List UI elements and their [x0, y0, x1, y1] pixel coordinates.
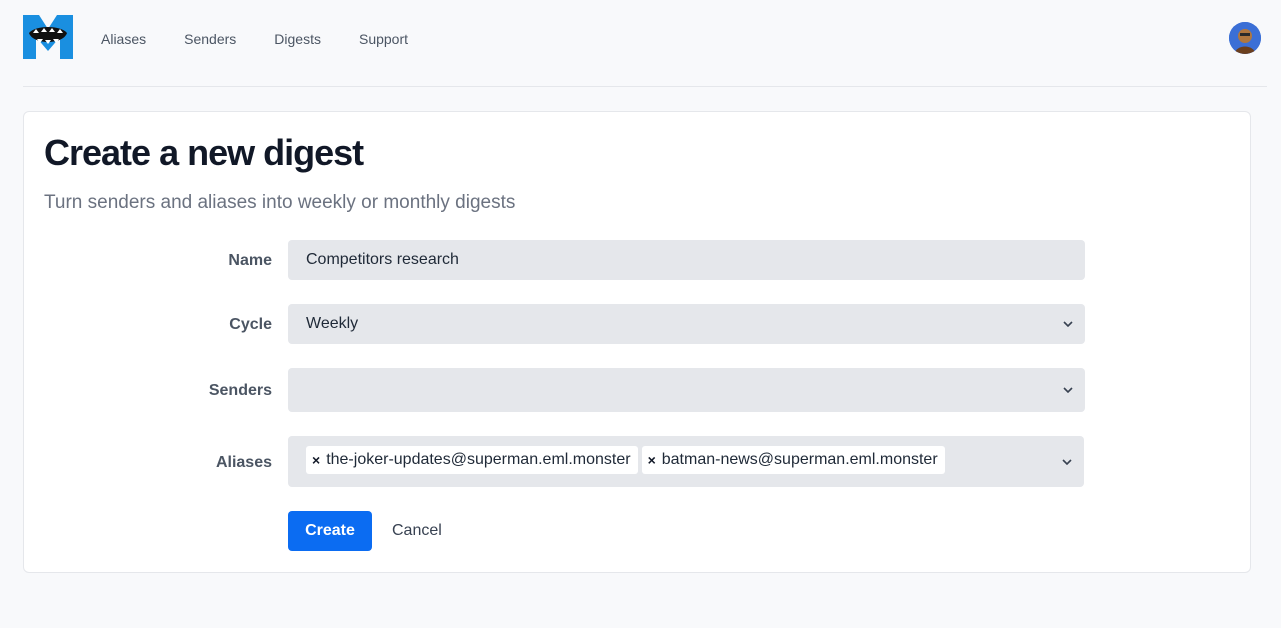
nav-digests[interactable]: Digests [274, 31, 321, 47]
monster-logo-icon[interactable] [23, 15, 73, 59]
remove-icon[interactable]: × [312, 452, 320, 468]
nav-support[interactable]: Support [359, 31, 408, 47]
header-divider [23, 86, 1267, 87]
create-button[interactable]: Create [288, 511, 372, 551]
alias-chip-label: batman-news@superman.eml.monster [661, 451, 938, 468]
alias-chip: × the-joker-updates@superman.eml.monster [306, 446, 638, 474]
cycle-label: Cycle [229, 316, 272, 333]
remove-icon[interactable]: × [648, 452, 656, 468]
main-nav: Aliases Senders Digests Support [101, 31, 446, 47]
chevron-down-icon [1063, 387, 1073, 393]
cancel-button[interactable]: Cancel [392, 521, 442, 541]
nav-aliases[interactable]: Aliases [101, 31, 146, 47]
user-avatar[interactable] [1229, 22, 1261, 54]
senders-select[interactable] [288, 368, 1085, 412]
senders-label: Senders [208, 382, 272, 399]
chevron-down-icon [1063, 321, 1073, 327]
aliases-multiselect[interactable]: × the-joker-updates@superman.eml.monster… [288, 436, 1084, 487]
name-label: Name [228, 252, 272, 269]
alias-chip-label: the-joker-updates@superman.eml.monster [326, 451, 631, 468]
name-input-value: Competitors research [306, 251, 459, 268]
selected-aliases: × the-joker-updates@superman.eml.monster… [306, 446, 945, 474]
create-digest-card: Create a new digest Turn senders and ali… [23, 111, 1251, 573]
page-subtitle: Turn senders and aliases into weekly or … [44, 192, 516, 213]
cycle-select[interactable]: Weekly [288, 304, 1085, 344]
top-navigation: Aliases Senders Digests Support [0, 0, 1281, 78]
aliases-label: Aliases [215, 454, 272, 471]
cycle-select-value: Weekly [306, 315, 359, 332]
nav-senders[interactable]: Senders [184, 31, 236, 47]
alias-chip: × batman-news@superman.eml.monster [641, 446, 945, 474]
name-input[interactable]: Competitors research [288, 240, 1085, 280]
page-title: Create a new digest [44, 132, 364, 173]
chevron-down-icon [1062, 458, 1072, 465]
